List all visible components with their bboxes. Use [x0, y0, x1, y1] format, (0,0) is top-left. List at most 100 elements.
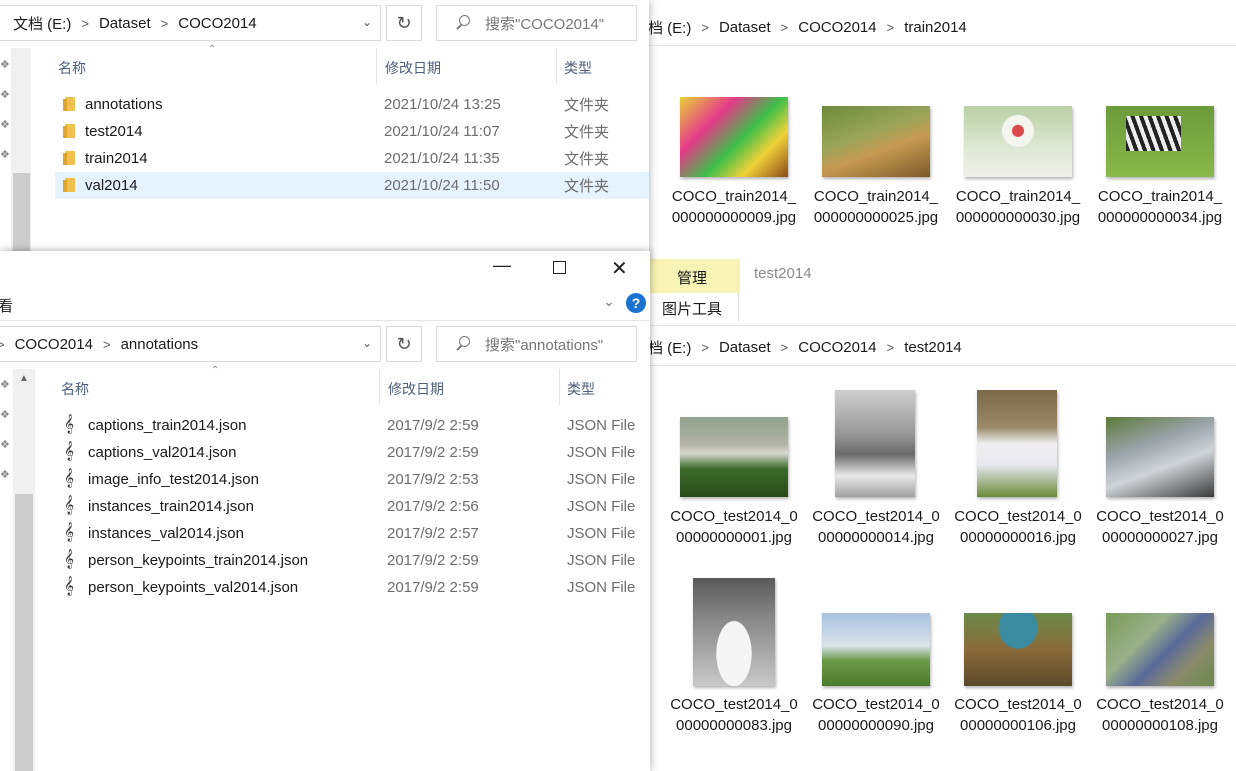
minimize-button[interactable]: — [493, 255, 511, 276]
thumb-test-108[interactable] [1106, 613, 1214, 686]
scroll-up-icon[interactable]: ▲ [19, 373, 29, 384]
sort-ascending-icon: ⌃ [208, 44, 217, 55]
breadcrumb-dataset[interactable]: Dataset [95, 15, 155, 32]
folder-type: 文件夹 [564, 124, 610, 141]
scroll-thumb[interactable] [15, 494, 33, 771]
search-placeholder: 搜索"COCO2014" [485, 15, 605, 33]
nav-scrollbar[interactable]: ▲ [13, 369, 35, 771]
breadcrumb-train2014[interactable]: train2014 [900, 19, 971, 36]
folder-date: 2021/10/24 11:35 [384, 150, 500, 167]
view-tab[interactable]: 看 [0, 295, 13, 316]
close-button[interactable]: ✕ [611, 256, 628, 281]
file-name: captions_val2014.json [88, 444, 237, 461]
caption-train-25: COCO_train2014_000000000025.jpg [813, 188, 939, 226]
breadcrumb-coco2014[interactable]: COCO2014 [794, 339, 880, 356]
refresh-button[interactable]: ↻ [386, 5, 422, 41]
folder-icon [63, 96, 77, 112]
column-separator[interactable] [559, 369, 560, 405]
file-row[interactable]: 𝄞 instances_val2014.json 2017/9/2 2:57 J… [58, 520, 650, 547]
ribbon-divider [738, 293, 739, 321]
scroll-thumb[interactable] [13, 173, 30, 260]
breadcrumb-dataset[interactable]: Dataset [715, 339, 775, 356]
folder-row-train2014[interactable]: train2014 2021/10/24 11:35 文件夹 [55, 145, 649, 172]
chevron-right-icon: > [780, 20, 789, 35]
json-file-icon: 𝄞 [64, 441, 75, 461]
column-separator[interactable] [376, 48, 377, 84]
thumb-train-25[interactable] [822, 106, 930, 177]
train2014-address-bar[interactable]: 档 (E:) > Dataset > COCO2014 > train2014 [640, 10, 1236, 46]
chevron-down-icon[interactable]: ⌄ [362, 336, 372, 350]
breadcrumb-drive[interactable]: 文档 (E:) [0, 13, 75, 34]
train2014-window: 档 (E:) > Dataset > COCO2014 > train2014 … [640, 0, 1236, 255]
coco2014-address-bar[interactable]: 文档 (E:) > Dataset > COCO2014 ⌄ [0, 5, 381, 41]
search-icon [455, 15, 471, 31]
annotations-address-bar[interactable]: > COCO2014 > annotations ⌄ [0, 326, 381, 362]
chevron-right-icon: > [102, 336, 111, 352]
column-date-header[interactable]: 修改日期 [388, 379, 444, 399]
help-icon[interactable]: ? [626, 293, 646, 313]
file-type: JSON File [567, 552, 636, 569]
thumb-test-90[interactable] [822, 613, 930, 686]
pin-icon: ❖ [0, 149, 10, 161]
column-separator[interactable] [379, 369, 380, 405]
caption-test-1: COCO_test2014_000000000001.jpg [670, 508, 798, 546]
thumb-test-16[interactable] [977, 390, 1057, 497]
breadcrumb-coco2014[interactable]: COCO2014 [11, 336, 97, 353]
breadcrumb-annotations[interactable]: annotations [117, 336, 203, 353]
thumb-train-30[interactable] [964, 106, 1072, 177]
file-row[interactable]: 𝄞 captions_train2014.json 2017/9/2 2:59 … [58, 412, 650, 439]
chevron-right-icon: > [160, 15, 169, 31]
file-row[interactable]: 𝄞 person_keypoints_train2014.json 2017/9… [58, 547, 650, 574]
folder-row-annotations[interactable]: annotations 2021/10/24 13:25 文件夹 [55, 91, 649, 118]
file-date: 2017/9/2 2:59 [387, 552, 479, 569]
caption-test-108: COCO_test2014_000000000108.jpg [1096, 696, 1224, 734]
file-date: 2017/9/2 2:53 [387, 471, 479, 488]
file-row[interactable]: 𝄞 instances_train2014.json 2017/9/2 2:56… [58, 493, 650, 520]
folder-type: 文件夹 [564, 151, 610, 168]
folder-row-val2014[interactable]: val2014 2021/10/24 11:50 文件夹 [55, 172, 649, 199]
caption-train-30: COCO_train2014_000000000030.jpg [955, 188, 1081, 226]
test2014-address-bar[interactable]: 档 (E:) > Dataset > COCO2014 > test2014 [640, 330, 1236, 366]
file-date: 2017/9/2 2:56 [387, 498, 479, 515]
thumb-test-14[interactable] [835, 390, 915, 497]
thumb-train-9[interactable] [680, 97, 788, 177]
thumb-test-83[interactable] [693, 578, 775, 686]
chevron-right-icon: > [701, 340, 709, 355]
file-type: JSON File [567, 579, 636, 596]
caption-test-14: COCO_test2014_000000000014.jpg [812, 508, 940, 546]
column-type-header[interactable]: 类型 [567, 379, 595, 399]
search-input[interactable]: 搜索"COCO2014" [436, 5, 637, 41]
folder-name: annotations [85, 96, 163, 113]
column-separator[interactable] [556, 48, 557, 84]
pin-icon: ❖ [0, 119, 10, 131]
file-row[interactable]: 𝄞 captions_val2014.json 2017/9/2 2:59 JS… [58, 439, 650, 466]
nav-scrollbar[interactable] [11, 48, 31, 260]
column-name-header[interactable]: 名称 [58, 58, 86, 78]
file-row[interactable]: 𝄞 image_info_test2014.json 2017/9/2 2:53… [58, 466, 650, 493]
column-name-header[interactable]: 名称 [61, 379, 89, 399]
search-icon [455, 336, 471, 352]
maximize-button[interactable] [553, 261, 566, 274]
file-row[interactable]: 𝄞 person_keypoints_val2014.json 2017/9/2… [58, 574, 650, 601]
breadcrumb-coco2014[interactable]: COCO2014 [174, 15, 260, 32]
ribbon-picture-tools[interactable]: 图片工具 [662, 298, 722, 319]
breadcrumb-coco2014[interactable]: COCO2014 [794, 19, 880, 36]
file-name: person_keypoints_val2014.json [88, 579, 299, 596]
thumb-test-27[interactable] [1106, 417, 1214, 497]
breadcrumb-test2014[interactable]: test2014 [900, 339, 966, 356]
search-input[interactable]: 搜索"annotations" [436, 326, 637, 362]
expand-ribbon-icon[interactable]: ⌄ [603, 293, 615, 310]
refresh-button[interactable]: ↻ [386, 326, 422, 362]
thumb-test-106[interactable] [964, 613, 1072, 686]
column-type-header[interactable]: 类型 [564, 58, 592, 78]
json-file-icon: 𝄞 [64, 468, 75, 488]
thumb-train-34[interactable] [1106, 106, 1214, 177]
breadcrumb-dataset[interactable]: Dataset [715, 19, 775, 36]
folder-row-test2014[interactable]: test2014 2021/10/24 11:07 文件夹 [55, 118, 649, 145]
annotations-window: — ✕ 看 ⌄ ? > COCO2014 > annotations ⌄ ↻ 搜… [0, 251, 650, 771]
chevron-down-icon[interactable]: ⌄ [362, 15, 372, 29]
column-date-header[interactable]: 修改日期 [385, 58, 441, 78]
ribbon-manage-label: 管理 [677, 270, 708, 287]
thumb-test-1[interactable] [680, 417, 788, 497]
file-date: 2017/9/2 2:57 [387, 525, 479, 542]
